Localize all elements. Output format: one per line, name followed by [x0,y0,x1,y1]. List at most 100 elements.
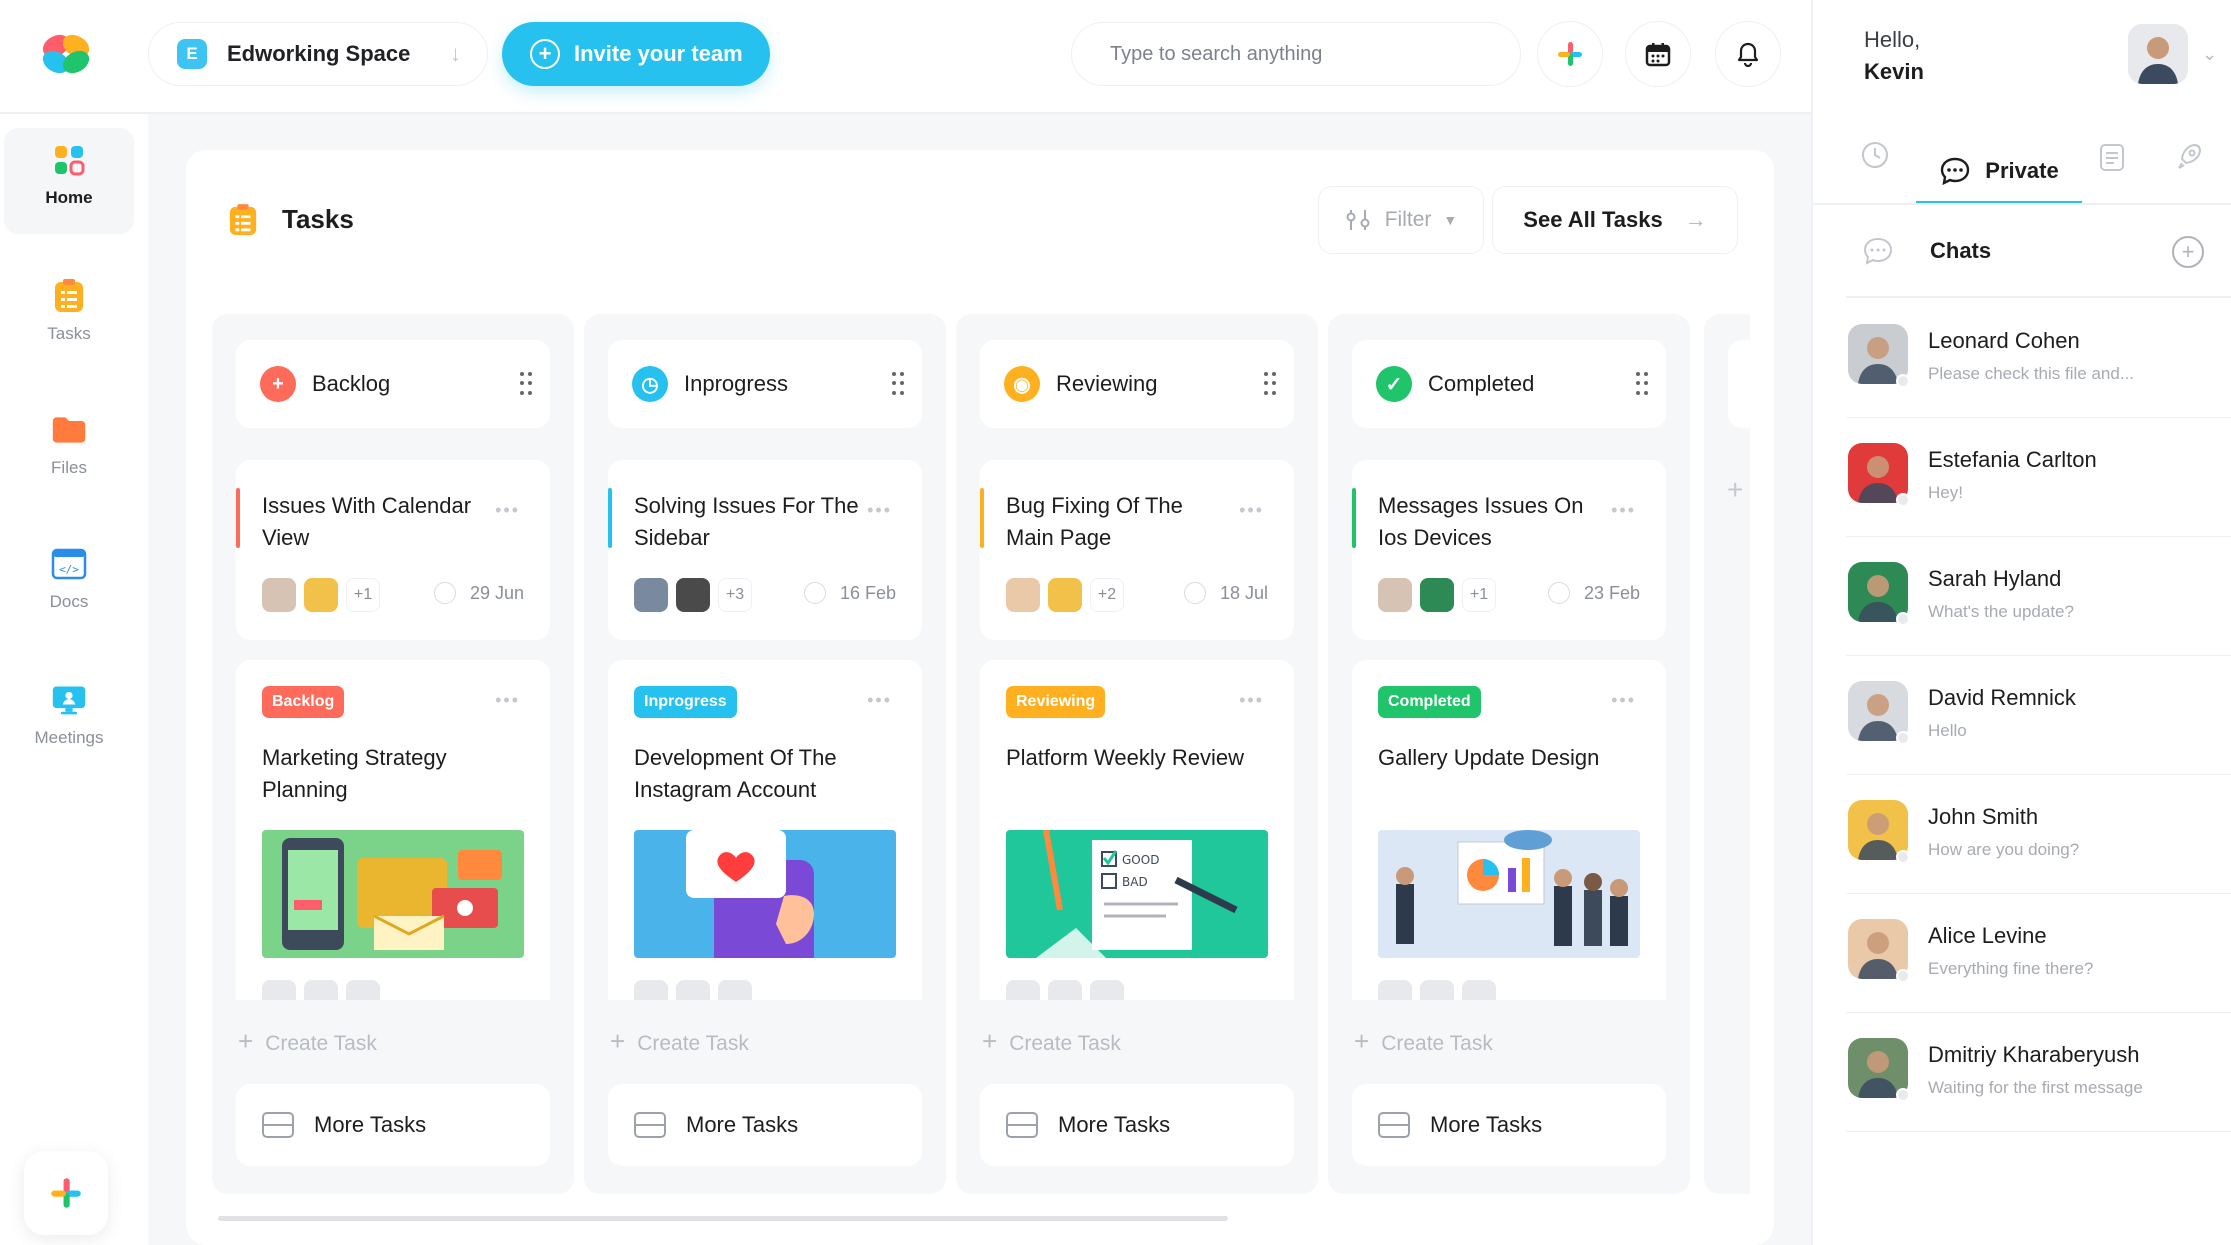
chat-item[interactable]: Sarah Hyland What's the update? [1846,536,2231,656]
horizontal-scrollbar[interactable] [218,1216,1228,1221]
filter-label: Filter [1384,208,1432,231]
column-title: Completed [1428,371,1535,396]
status-badge: Inprogress [634,686,737,718]
chat-item[interactable]: John Smith How are you doing? [1846,774,2231,894]
more-options-icon[interactable]: ••• [495,690,520,711]
column-header[interactable]: + Backlog [236,340,550,428]
sidebar-item-home[interactable]: Home [4,128,134,234]
drag-handle-icon[interactable] [1264,372,1276,396]
more-assignees-badge[interactable]: +1 [346,578,380,612]
task-title: Bug Fixing Of The Main Page [1006,493,1183,550]
due-date: 23 Feb [1547,582,1640,604]
svg-text:BAD: BAD [1122,875,1148,889]
search-input[interactable]: Type to search anything [1071,22,1521,86]
task-cover-image [262,830,524,958]
more-options-icon[interactable]: ••• [1239,690,1264,711]
status-bar [1352,488,1356,548]
column-title: Reviewing [1056,371,1158,396]
more-tasks-button[interactable]: More Tasks [980,1084,1294,1166]
avatar [676,578,710,612]
due-date-text: 16 Feb [839,582,896,603]
history-tab[interactable] [1860,140,1890,175]
plus-icon: + [238,1026,254,1056]
more-tasks-button[interactable]: More Tasks [236,1084,550,1166]
chat-item[interactable]: Dmitriy Kharaberyush Waiting for the fir… [1846,1012,2231,1132]
task-card[interactable]: Issues With Calendar View ••• +1 29 Jun [236,460,550,640]
sidebar-item-meetings[interactable]: Meetings [4,668,134,774]
presence-indicator [1896,969,1910,983]
history-icon [1862,142,1888,168]
notifications-button[interactable] [1715,21,1781,87]
notes-tab[interactable] [2098,142,2126,177]
chat-item[interactable]: Alice Levine Everything fine there? [1846,893,2231,1013]
more-assignees-badge[interactable]: +2 [1090,578,1124,612]
sidebar-item-docs[interactable]: </> Docs [4,532,134,638]
chat-outline-icon [1862,236,1894,271]
drag-handle-icon[interactable] [892,372,904,396]
search-placeholder: Type to search anything [1110,42,1323,65]
column-header[interactable]: ✓ Completed [1352,340,1666,428]
more-options-icon[interactable]: ••• [867,500,892,521]
filter-button[interactable]: Filter ▼ [1318,186,1484,254]
task-card[interactable]: Completed ••• Gallery Update Design [1352,660,1666,1000]
tab-private-label: Private [1985,157,2059,183]
more-options-icon[interactable]: ••• [867,690,892,711]
app-logo[interactable] [36,30,96,80]
sidebar-item-files[interactable]: Files [4,398,134,504]
status-badge: Reviewing [1006,686,1106,718]
column-header[interactable]: ◷ Inprogress [608,340,922,428]
more-options-icon[interactable]: ••• [495,500,520,521]
more-options-icon[interactable]: ••• [1611,500,1636,521]
task-card[interactable]: Messages Issues On Ios Devices ••• +1 23… [1352,460,1666,640]
task-card[interactable]: Reviewing ••• Platform Weekly Review GOO… [980,660,1294,1000]
more-tasks-button[interactable]: More Tasks [1352,1084,1666,1166]
column-header[interactable]: ◉ Reviewing [980,340,1294,428]
drag-handle-icon[interactable] [520,372,532,396]
presence-indicator [1896,731,1910,745]
quick-create-button[interactable] [24,1151,108,1235]
task-card[interactable]: Bug Fixing Of The Main Page ••• +2 18 Ju… [980,460,1294,640]
task-card[interactable]: Solving Issues For The Sidebar ••• +3 16… [608,460,922,640]
status-bar [980,488,984,548]
create-task-button[interactable]: + Create Task [982,1026,1121,1057]
add-column-icon[interactable]: + [1727,474,1743,506]
sidebar: Home Tasks Files </> Docs Meetings [0,114,148,1245]
tab-private[interactable]: Private [1916,140,2082,204]
calendar-button[interactable] [1625,21,1691,87]
more-options-icon[interactable]: ••• [1239,500,1264,521]
chat-item[interactable]: Leonard Cohen Please check this file and… [1846,298,2231,418]
quick-add-button[interactable] [1537,21,1603,87]
create-task-button[interactable]: + Create Task [1354,1026,1493,1057]
invite-team-button[interactable]: + Invite your team [502,22,770,86]
create-task-button[interactable]: + Create Task [238,1026,377,1057]
task-card[interactable]: Inprogress ••• Development Of The Instag… [608,660,922,1000]
chat-preview: Hello [1928,721,1967,740]
task-title: Gallery Update Design [1378,745,1600,770]
task-card[interactable]: Backlog ••• Marketing Strategy Planning [236,660,550,1000]
drag-handle-icon[interactable] [1636,372,1648,396]
assignee-avatars [1378,980,1504,1000]
sidebar-item-tasks[interactable]: Tasks [4,264,134,370]
more-options-icon[interactable]: ••• [1611,690,1636,711]
user-avatar[interactable] [2128,24,2188,84]
create-task-label: Create Task [265,1032,377,1055]
more-assignees-badge[interactable]: +1 [1462,578,1496,612]
see-all-tasks-button[interactable]: See All Tasks → [1492,186,1738,254]
create-task-button[interactable]: + Create Task [610,1026,749,1057]
workspace-selector[interactable]: E Edworking Space ↓ [148,22,488,86]
new-chat-button[interactable]: + [2172,236,2204,268]
chat-item[interactable]: Estefania Carlton Hey! [1846,417,2231,537]
clock-circle-icon: ◷ [632,366,668,402]
assignee-avatars [634,980,760,1000]
more-assignees-badge[interactable]: +3 [718,578,752,612]
avatar [1378,578,1412,612]
check-circle-icon: ✓ [1376,366,1412,402]
presence-indicator [1896,612,1910,626]
rocket-tab[interactable] [2174,142,2202,177]
more-tasks-button[interactable]: More Tasks [608,1084,922,1166]
invite-label: Invite your team [574,41,743,66]
chat-item[interactable]: David Remnick Hello [1846,655,2231,775]
column-title: Backlog [312,371,391,396]
chat-preview: How are you doing? [1928,840,2080,859]
chevron-down-icon[interactable]: ⌄ [2202,44,2217,65]
